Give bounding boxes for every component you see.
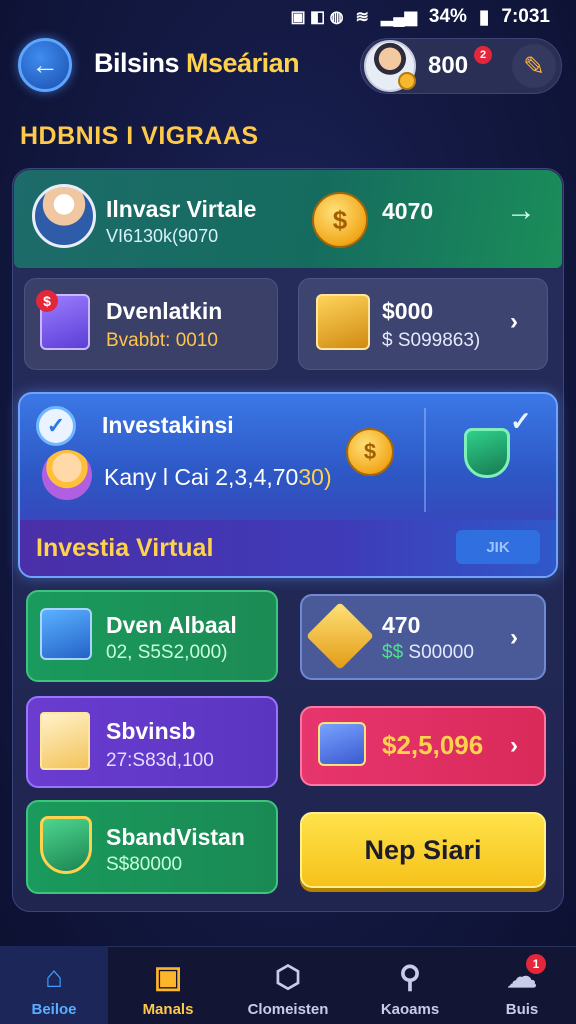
card-receipt-title: Sbvinsb — [106, 718, 196, 744]
nav-item-search[interactable]: ⚲ Kaoams — [356, 946, 464, 1024]
banner-value: 4070 — [382, 198, 434, 224]
banner-subtitle: VI6130k(9070 — [106, 226, 219, 246]
coin-icon — [398, 72, 416, 90]
notification-badge: 2 — [474, 46, 492, 64]
chevron-right-icon: › — [510, 624, 518, 651]
section-heading: HDBNIS I VIGRAAS — [20, 122, 259, 150]
card-shield-title: SbandVistan — [106, 824, 245, 850]
shield-icon — [464, 428, 510, 478]
dollar-coin-icon: $ — [346, 428, 394, 476]
arrow-left-icon: ← — [31, 49, 59, 80]
check-icon: ✓ — [510, 406, 532, 436]
ledger-icon — [40, 608, 92, 660]
invest-stat-label: Kany l Cai — [104, 464, 209, 490]
back-button[interactable]: ← — [18, 38, 72, 92]
invest-stat-value: 2,3,4,70 — [215, 464, 299, 490]
app-title: Bilsins Mseárian — [94, 48, 300, 79]
nav-label: Manals — [142, 1001, 194, 1018]
card-document-title: Dvenlatkin — [106, 298, 223, 324]
chevron-right-icon: › — [510, 732, 518, 759]
invest-footer-label: Investia Virtual — [36, 534, 214, 562]
profile-banner[interactable] — [14, 170, 562, 268]
card-kite-subtitle-prefix: $$ — [382, 642, 404, 663]
signal-icon: ▂▄▆ — [380, 9, 417, 26]
nav-item-chat[interactable]: ☁ Buis — [468, 946, 576, 1024]
notification-icons: ▣ ◧ ◍ — [290, 9, 344, 26]
arrow-right-icon[interactable]: → — [506, 194, 536, 228]
alert-badge-icon: $ — [36, 290, 58, 312]
banner-avatar — [32, 184, 96, 248]
wrench-icon: ✎ — [523, 50, 545, 81]
start-button[interactable]: Nep Siari — [300, 812, 546, 888]
app-title-part2: Mseárian — [186, 48, 300, 78]
wifi-icon: ≋ — [355, 9, 369, 26]
card-shield-subtitle: S$80000 — [106, 854, 183, 875]
treasure-chest-icon — [316, 294, 370, 350]
home-icon: ⌂ — [44, 961, 64, 994]
search-icon: ⚲ — [399, 961, 421, 994]
banner-name: Ilnvasr Virtale — [106, 196, 257, 222]
card-ledger-subtitle: 02, S5S2,000) — [106, 642, 228, 663]
chat-badge: 1 — [526, 954, 546, 974]
person-icon — [42, 450, 92, 500]
receipt-icon — [40, 712, 90, 770]
missions-icon: ▣ — [153, 961, 183, 994]
card-document-subtitle: Bvabbt: 0010 — [106, 330, 218, 351]
nav-label: Clomeisten — [247, 1001, 329, 1018]
card-kite-subtitle: $$ S00000 — [382, 642, 474, 664]
nav-label: Kaoams — [380, 1001, 440, 1018]
card-kite-title: 470 — [382, 612, 421, 638]
nav-item-missions[interactable]: ▣ Manals — [114, 946, 222, 1024]
divider — [424, 408, 426, 512]
check-circle-icon: ✓ — [36, 406, 76, 446]
card-cash-title: $2,5,096 — [382, 730, 484, 760]
settings-button[interactable]: ✎ — [512, 44, 556, 88]
card-ledger-title: Dven Albaal — [106, 612, 237, 638]
card-receipt-subtitle: 27:S83d,100 — [106, 750, 214, 771]
invest-footer-button[interactable]: JIK — [456, 530, 540, 564]
invest-stat-highlight: 30) — [298, 464, 332, 490]
card-chest-subtitle: $ S099863) — [382, 330, 481, 351]
battery-text: 34% — [428, 6, 467, 27]
card-kite-subtitle-value: S00000 — [408, 642, 474, 663]
battery-icon: ▮ — [478, 6, 490, 28]
chevron-right-icon: › — [510, 308, 518, 335]
nav-item-home[interactable]: ⌂ Beiloe — [0, 946, 108, 1024]
nav-label: Buis — [505, 1001, 539, 1018]
clock: 7:031 — [501, 6, 550, 27]
app-title-part1: Bilsins — [94, 48, 180, 78]
cube-icon: ⬡ — [274, 961, 302, 994]
dollar-coin-icon: $ — [312, 192, 368, 248]
card-chest-title: $000 — [382, 298, 434, 324]
shield-check-icon — [40, 816, 92, 874]
status-bar: ▣ ◧ ◍ ≋ ▂▄▆ 34% ▮ 7:031 — [0, 0, 576, 34]
cash-icon — [318, 722, 366, 766]
invest-stat: Kany l Cai 2,3,4,7030) — [104, 464, 332, 491]
nav-label: Beiloe — [31, 1001, 77, 1018]
nav-item-cube[interactable]: ⬡ Clomeisten — [234, 946, 342, 1024]
invest-title: Investakinsi — [102, 412, 234, 438]
coin-count: 800 — [428, 52, 469, 79]
